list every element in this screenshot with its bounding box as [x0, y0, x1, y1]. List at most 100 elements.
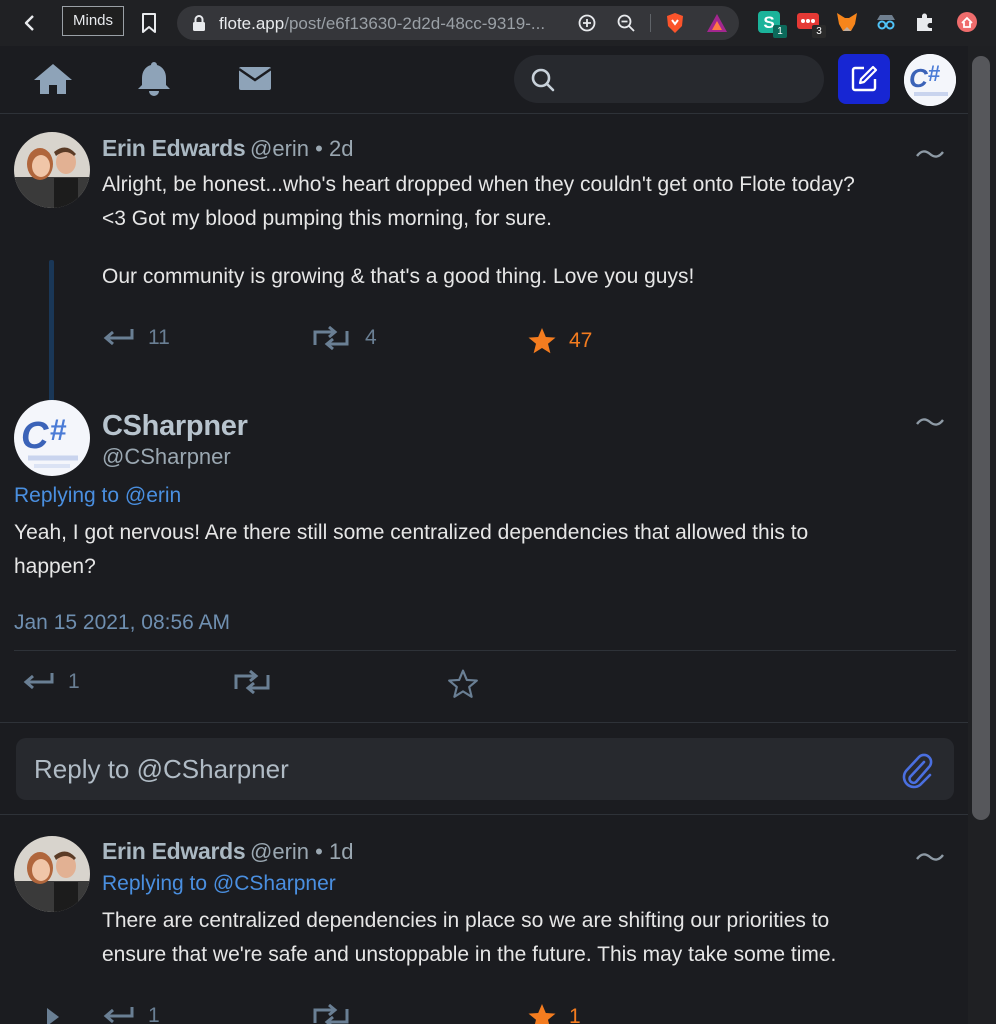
reply-action[interactable]: 1 [22, 670, 80, 694]
reply-icon [103, 1007, 134, 1024]
repost-icon [313, 1004, 349, 1024]
extensions-puzzle-icon[interactable] [913, 10, 937, 34]
star-filled-icon [528, 1004, 556, 1024]
post-line: happen? [14, 555, 96, 578]
star-action[interactable] [447, 668, 479, 700]
post-menu-icon[interactable] [915, 849, 945, 865]
brave-shield-icon[interactable] [664, 12, 686, 34]
top-navigation: C # [0, 46, 968, 114]
compose-button[interactable] [838, 54, 890, 104]
reply-count: 1 [68, 670, 80, 693]
star-action[interactable]: 1 [527, 1002, 581, 1024]
extension-badge: 3 [812, 25, 826, 38]
reply-icon [23, 673, 54, 690]
post-line: Yeah, I got nervous! Are there still som… [14, 521, 809, 544]
author-handle-text: @erin [250, 136, 310, 161]
post-menu-icon[interactable] [915, 146, 945, 162]
post-line: Our community is growing & that's a good… [102, 265, 695, 288]
search-icon [531, 68, 555, 92]
zoom-icon[interactable] [616, 13, 636, 33]
csharpner-avatar[interactable]: C # [14, 400, 90, 476]
divider [0, 814, 968, 815]
url-text: flote.app/post/e6f13630-2d2d-48cc-9319-.… [219, 14, 545, 34]
reply-count: 1 [148, 1004, 160, 1024]
replying-to: Replying to @erin [14, 484, 181, 508]
reply-composer[interactable]: Reply to @CSharpner [16, 738, 954, 800]
author-handle-text: @erin [250, 839, 310, 864]
author-handle[interactable]: @erin • 2d [250, 136, 353, 162]
metamask-fox-icon[interactable] [835, 10, 859, 34]
page: C # Erin Edwards @erin • 2d Alright, be h… [0, 46, 968, 1024]
mention-link[interactable]: @CSharpner [213, 872, 336, 895]
svg-text:C: C [21, 415, 49, 457]
lock-icon[interactable] [191, 14, 207, 32]
erin-avatar[interactable] [14, 132, 90, 208]
author-name[interactable]: Erin Edwards [102, 135, 246, 162]
post-menu-icon[interactable] [915, 414, 945, 430]
expand-thread-icon[interactable] [44, 1006, 62, 1024]
mention-link[interactable]: @erin [125, 484, 181, 507]
search-input[interactable] [514, 55, 824, 103]
star-outline-icon [448, 669, 478, 698]
star-filled-icon [528, 328, 556, 354]
repost-count: 4 [365, 326, 377, 349]
replying-to: Replying to @CSharpner [102, 872, 336, 896]
author-handle[interactable]: @erin • 1d [250, 839, 353, 865]
edit-icon [851, 65, 878, 92]
brave-rewards-icon[interactable] [705, 12, 729, 34]
author-name[interactable]: CSharpner [102, 410, 248, 443]
extension-s-icon[interactable]: S 1 [757, 10, 787, 38]
post-body: Alright, be honest...who's heart dropped… [102, 168, 952, 294]
back-icon[interactable] [20, 13, 40, 33]
post-age: • 2d [315, 136, 354, 161]
svg-text:#: # [928, 61, 940, 86]
repost-icon [234, 670, 270, 694]
scrollbar-thumb[interactable] [972, 56, 990, 820]
reply-icon [103, 329, 134, 346]
tab-title-tooltip: Minds [62, 6, 125, 36]
divider [0, 722, 968, 723]
post-body: Yeah, I got nervous! Are there still som… [14, 516, 954, 584]
reply-action[interactable]: 11 [102, 326, 170, 350]
post-line: <3 Got my blood pumping this morning, fo… [102, 207, 552, 230]
profile-extension-icon[interactable] [955, 10, 979, 34]
reply-count: 11 [148, 326, 170, 349]
reply-action[interactable]: 1 [102, 1004, 160, 1024]
mail-icon[interactable] [233, 58, 277, 98]
post-body: There are centralized dependencies in pl… [102, 904, 952, 972]
my-avatar[interactable]: C # [904, 54, 956, 106]
repost-action[interactable]: 4 [309, 326, 377, 350]
svg-text:C: C [909, 63, 929, 93]
address-bar[interactable]: flote.app/post/e6f13630-2d2d-48cc-9319-.… [177, 6, 739, 40]
home-icon[interactable] [31, 58, 75, 98]
divider [14, 650, 956, 651]
reply-placeholder: Reply to @CSharpner [34, 754, 289, 784]
repost-icon [313, 326, 349, 350]
svg-text:#: # [50, 414, 67, 447]
post-date[interactable]: Jan 15 2021, 08:56 AM [14, 611, 230, 635]
browser-toolbar: Minds flote.app/post/e6f13630-2d2d-48cc-… [0, 0, 996, 46]
erin-avatar[interactable] [14, 836, 90, 912]
post-line: There are centralized dependencies in pl… [102, 909, 830, 932]
replying-label: Replying to [14, 484, 120, 507]
attachment-icon[interactable] [896, 750, 936, 790]
star-count: 47 [569, 329, 593, 352]
bookmark-icon[interactable] [140, 12, 158, 34]
repost-action[interactable] [230, 670, 274, 694]
author-handle[interactable]: @CSharpner [102, 444, 231, 470]
author-name[interactable]: Erin Edwards [102, 838, 246, 865]
url-host: flote.app [219, 14, 285, 33]
address-separator [650, 14, 651, 32]
extension-spy-icon[interactable] [874, 10, 898, 34]
url-path: /post/e6f13630-2d2d-48cc-9319-... [284, 14, 546, 33]
extension-badge: 1 [773, 25, 787, 38]
replying-label: Replying to [102, 872, 208, 895]
bell-icon[interactable] [132, 58, 176, 98]
repost-action[interactable] [309, 1004, 353, 1024]
extension-chat-icon[interactable]: 3 [796, 10, 826, 38]
add-circle-icon[interactable] [577, 13, 597, 33]
post-line: Alright, be honest...who's heart dropped… [102, 173, 855, 196]
star-count: 1 [569, 1005, 581, 1024]
star-action[interactable]: 47 [527, 326, 592, 356]
post-line: ensure that we're safe and unstoppable i… [102, 943, 837, 966]
